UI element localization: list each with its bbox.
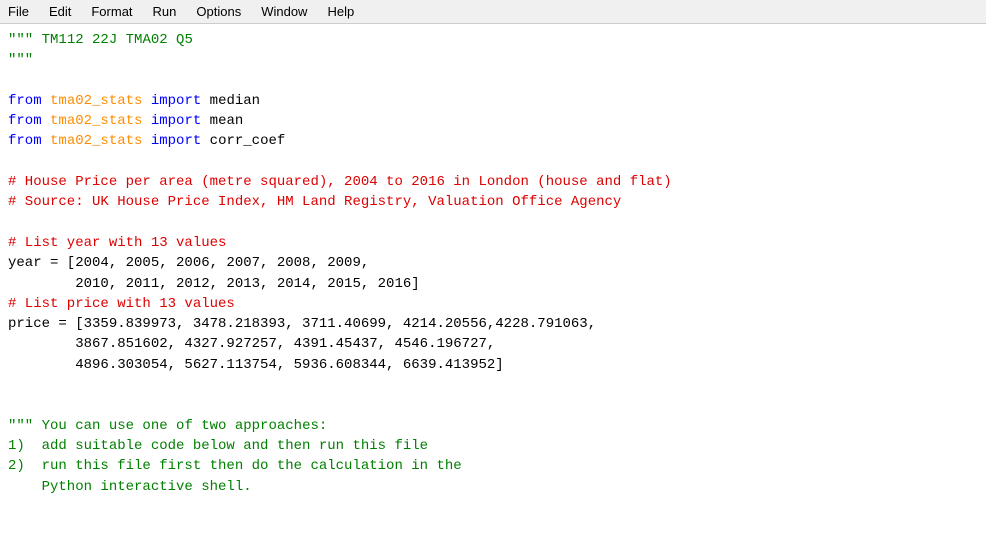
token: [142, 133, 150, 149]
token: Python interactive shell.: [8, 479, 252, 495]
token: import: [151, 133, 201, 149]
token: tma02_stats: [50, 93, 142, 109]
code-line: """ TM112 22J TMA02 Q5: [8, 30, 978, 50]
token: [42, 113, 50, 129]
code-line: 2) run this file first then do the calcu…: [8, 456, 978, 476]
menu-run[interactable]: Run: [149, 3, 181, 20]
token: 2) run this file first then do the calcu…: [8, 458, 462, 474]
token: # Source: UK House Price Index, HM Land …: [8, 194, 621, 210]
code-line: 1) add suitable code below and then run …: [8, 436, 978, 456]
code-line: # List price with 13 values: [8, 294, 978, 314]
menu-window[interactable]: Window: [257, 3, 311, 20]
code-line: 2010, 2011, 2012, 2013, 2014, 2015, 2016…: [8, 274, 978, 294]
code-line: 3867.851602, 4327.927257, 4391.45437, 45…: [8, 334, 978, 354]
token: # House Price per area (metre squared), …: [8, 174, 672, 190]
token: 2010, 2011, 2012, 2013, 2014, 2015, 2016…: [8, 276, 420, 292]
token: """: [8, 418, 33, 434]
code-line: price = [3359.839973, 3478.218393, 3711.…: [8, 314, 978, 334]
menu-file[interactable]: File: [4, 3, 33, 20]
token: # List year with 13 values: [8, 235, 226, 251]
menu-bar: File Edit Format Run Options Window Help: [0, 0, 986, 24]
token: """: [8, 52, 33, 68]
code-line: from tma02_stats import corr_coef: [8, 131, 978, 151]
code-line: [8, 71, 978, 91]
token: 3867.851602, 4327.927257, 4391.45437, 45…: [8, 336, 495, 352]
token: from: [8, 93, 42, 109]
token: [142, 113, 150, 129]
token: """: [8, 32, 33, 48]
menu-options[interactable]: Options: [192, 3, 245, 20]
code-line: [8, 213, 978, 233]
code-line: [8, 375, 978, 395]
code-line: from tma02_stats import mean: [8, 111, 978, 131]
code-line: from tma02_stats import median: [8, 91, 978, 111]
code-line: """ You can use one of two approaches:: [8, 416, 978, 436]
token: median: [201, 93, 260, 109]
token: from: [8, 113, 42, 129]
code-line: [8, 395, 978, 415]
code-line: [8, 152, 978, 172]
token: corr_coef: [201, 133, 285, 149]
menu-format[interactable]: Format: [87, 3, 136, 20]
code-editor[interactable]: """ TM112 22J TMA02 Q5""" from tma02_sta…: [0, 24, 986, 537]
token: [42, 133, 50, 149]
token: from: [8, 133, 42, 149]
token: [42, 93, 50, 109]
code-line: year = [2004, 2005, 2006, 2007, 2008, 20…: [8, 253, 978, 273]
token: [142, 93, 150, 109]
token: You can use one of two approaches:: [33, 418, 327, 434]
token: mean: [201, 113, 243, 129]
token: [33, 32, 41, 48]
token: # List price with 13 values: [8, 296, 235, 312]
token: year = [2004, 2005, 2006, 2007, 2008, 20…: [8, 255, 369, 271]
code-line: 4896.303054, 5627.113754, 5936.608344, 6…: [8, 355, 978, 375]
token: 1) add suitable code below and then run …: [8, 438, 428, 454]
token: 4896.303054, 5627.113754, 5936.608344, 6…: [8, 357, 504, 373]
code-line: Python interactive shell.: [8, 477, 978, 497]
code-line: """: [8, 50, 978, 70]
code-line: # List year with 13 values: [8, 233, 978, 253]
token: price = [3359.839973, 3478.218393, 3711.…: [8, 316, 596, 332]
token: import: [151, 93, 201, 109]
code-line: # House Price per area (metre squared), …: [8, 172, 978, 192]
menu-edit[interactable]: Edit: [45, 3, 75, 20]
token: import: [151, 113, 201, 129]
token: tma02_stats: [50, 133, 142, 149]
token: tma02_stats: [50, 113, 142, 129]
menu-help[interactable]: Help: [323, 3, 358, 20]
code-line: # Source: UK House Price Index, HM Land …: [8, 192, 978, 212]
token: TM112 22J TMA02 Q5: [42, 32, 193, 48]
